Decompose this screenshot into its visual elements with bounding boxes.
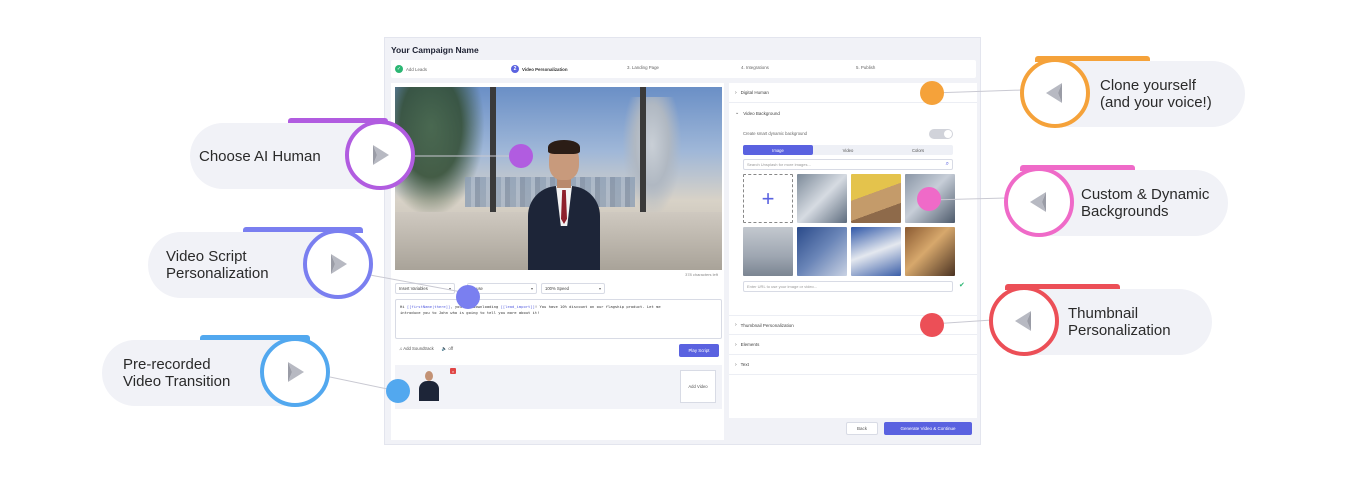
play-logo-icon — [260, 337, 330, 407]
step-integrations[interactable]: 4. Integrations — [741, 65, 769, 70]
settings-panel: › Digital Human ⌄ Video Background Creat… — [729, 83, 977, 418]
accordion-elements[interactable]: › Elements — [729, 335, 977, 355]
variable-lead-import: [[lead_import]] — [500, 304, 535, 309]
chevron-right-icon: › — [735, 322, 737, 328]
logo-icon — [1004, 167, 1074, 237]
speaker-icon: 🔈 — [441, 346, 448, 351]
background-tabs: Image Video Colors — [743, 145, 953, 155]
chevron-right-icon: › — [735, 89, 737, 96]
delete-icon[interactable]: × — [450, 368, 456, 374]
dynamic-background-toggle[interactable] — [929, 129, 953, 139]
check-icon: ✓ — [395, 65, 403, 73]
background-tile[interactable] — [851, 174, 901, 223]
speed-select[interactable]: 100% Speed ▾ — [541, 283, 605, 294]
background-tile[interactable] — [797, 227, 847, 276]
chevron-right-icon: › — [735, 361, 737, 368]
background-tile[interactable] — [905, 227, 955, 276]
step-add-leads[interactable]: ✓ Add Leads — [395, 65, 427, 73]
add-soundtrack-button[interactable]: ♫ Add Soundtrack — [399, 346, 434, 352]
chevron-down-icon: ▾ — [448, 286, 451, 291]
marker-dot-thumbnail — [920, 313, 944, 337]
variable-firstname: [[firstName|there]] — [406, 304, 451, 309]
step-landing-page[interactable]: 3. Landing Page — [627, 65, 659, 70]
footer-bar: Back Generate Video & Continue — [391, 420, 976, 440]
ai-human-avatar — [528, 140, 600, 270]
accordion-video-background[interactable]: ⌄ Video Background — [729, 103, 977, 123]
add-video-button[interactable]: Add Video — [680, 370, 716, 403]
music-note-icon: ♫ — [399, 346, 403, 351]
chevron-down-icon: ▾ — [530, 286, 533, 291]
clip-thumbnail[interactable] — [419, 371, 439, 401]
step-video-personalization[interactable]: 2 Video Personalization — [511, 65, 568, 73]
accordion-text[interactable]: › Text — [729, 355, 977, 375]
chevron-right-icon: › — [735, 341, 737, 348]
marker-dot-ai-human — [509, 144, 533, 168]
search-icon[interactable]: ⌕ — [946, 161, 949, 168]
stepper: ✓ Add Leads 2 Video Personalization 3. L… — [391, 60, 976, 78]
chevron-down-icon: ⌄ — [735, 110, 740, 116]
chevron-down-icon: ▾ — [598, 286, 601, 291]
marker-dot-script — [456, 285, 480, 309]
generate-video-button[interactable]: Generate Video & Continue — [884, 422, 972, 435]
clip-timeline: × Add Video — [395, 365, 722, 409]
tab-video[interactable]: Video — [813, 145, 883, 155]
logo-icon — [989, 286, 1059, 356]
characters-left: 378 characters left — [685, 272, 718, 277]
video-script-textarea[interactable]: Hi [[firstName|there]], you for download… — [395, 299, 722, 339]
tab-colors[interactable]: Colors — [883, 145, 953, 155]
video-editor-panel: 378 characters left Insert Variables▾ Pa… — [391, 83, 724, 440]
background-tile[interactable] — [851, 227, 901, 276]
step-publish[interactable]: 5. Publish — [856, 65, 875, 70]
sound-toggle[interactable]: 🔈 off — [442, 346, 453, 352]
script-controls: Insert Variables▾ Pause▾ 100% Speed▾ — [395, 283, 605, 294]
back-button[interactable]: Back — [846, 422, 878, 435]
play-logo-icon — [345, 120, 415, 190]
step-number-badge: 2 — [511, 65, 519, 73]
logo-icon — [1020, 58, 1090, 128]
background-tile[interactable] — [797, 174, 847, 223]
video-background-panel: Create smart dynamic background Image Vi… — [729, 123, 977, 321]
add-image-button[interactable]: + — [743, 174, 793, 223]
app-window: Your Campaign Name ✓ Add Leads 2 Video P… — [384, 37, 981, 445]
marker-dot-backgrounds — [917, 187, 941, 211]
unsplash-search-input[interactable]: Search Unsplash for more images... ⌕ — [743, 159, 953, 170]
insert-variables-select[interactable]: Insert Variables ▾ — [395, 283, 455, 294]
campaign-title: Your Campaign Name — [391, 45, 479, 55]
check-icon[interactable]: ✔ — [959, 281, 965, 289]
soundtrack-row: ♫ Add Soundtrack 🔈 off — [399, 346, 453, 352]
video-preview[interactable] — [395, 87, 722, 270]
play-logo-icon — [303, 229, 373, 299]
tab-image[interactable]: Image — [743, 145, 813, 155]
marker-dot-transition — [386, 379, 410, 403]
marker-dot-clone — [920, 81, 944, 105]
dynamic-background-label: Create smart dynamic background — [743, 131, 808, 136]
play-script-button[interactable]: Play Script — [679, 344, 719, 357]
background-tile[interactable] — [743, 227, 793, 276]
background-url-input[interactable]: Enter URL to use your image or video... — [743, 281, 953, 292]
